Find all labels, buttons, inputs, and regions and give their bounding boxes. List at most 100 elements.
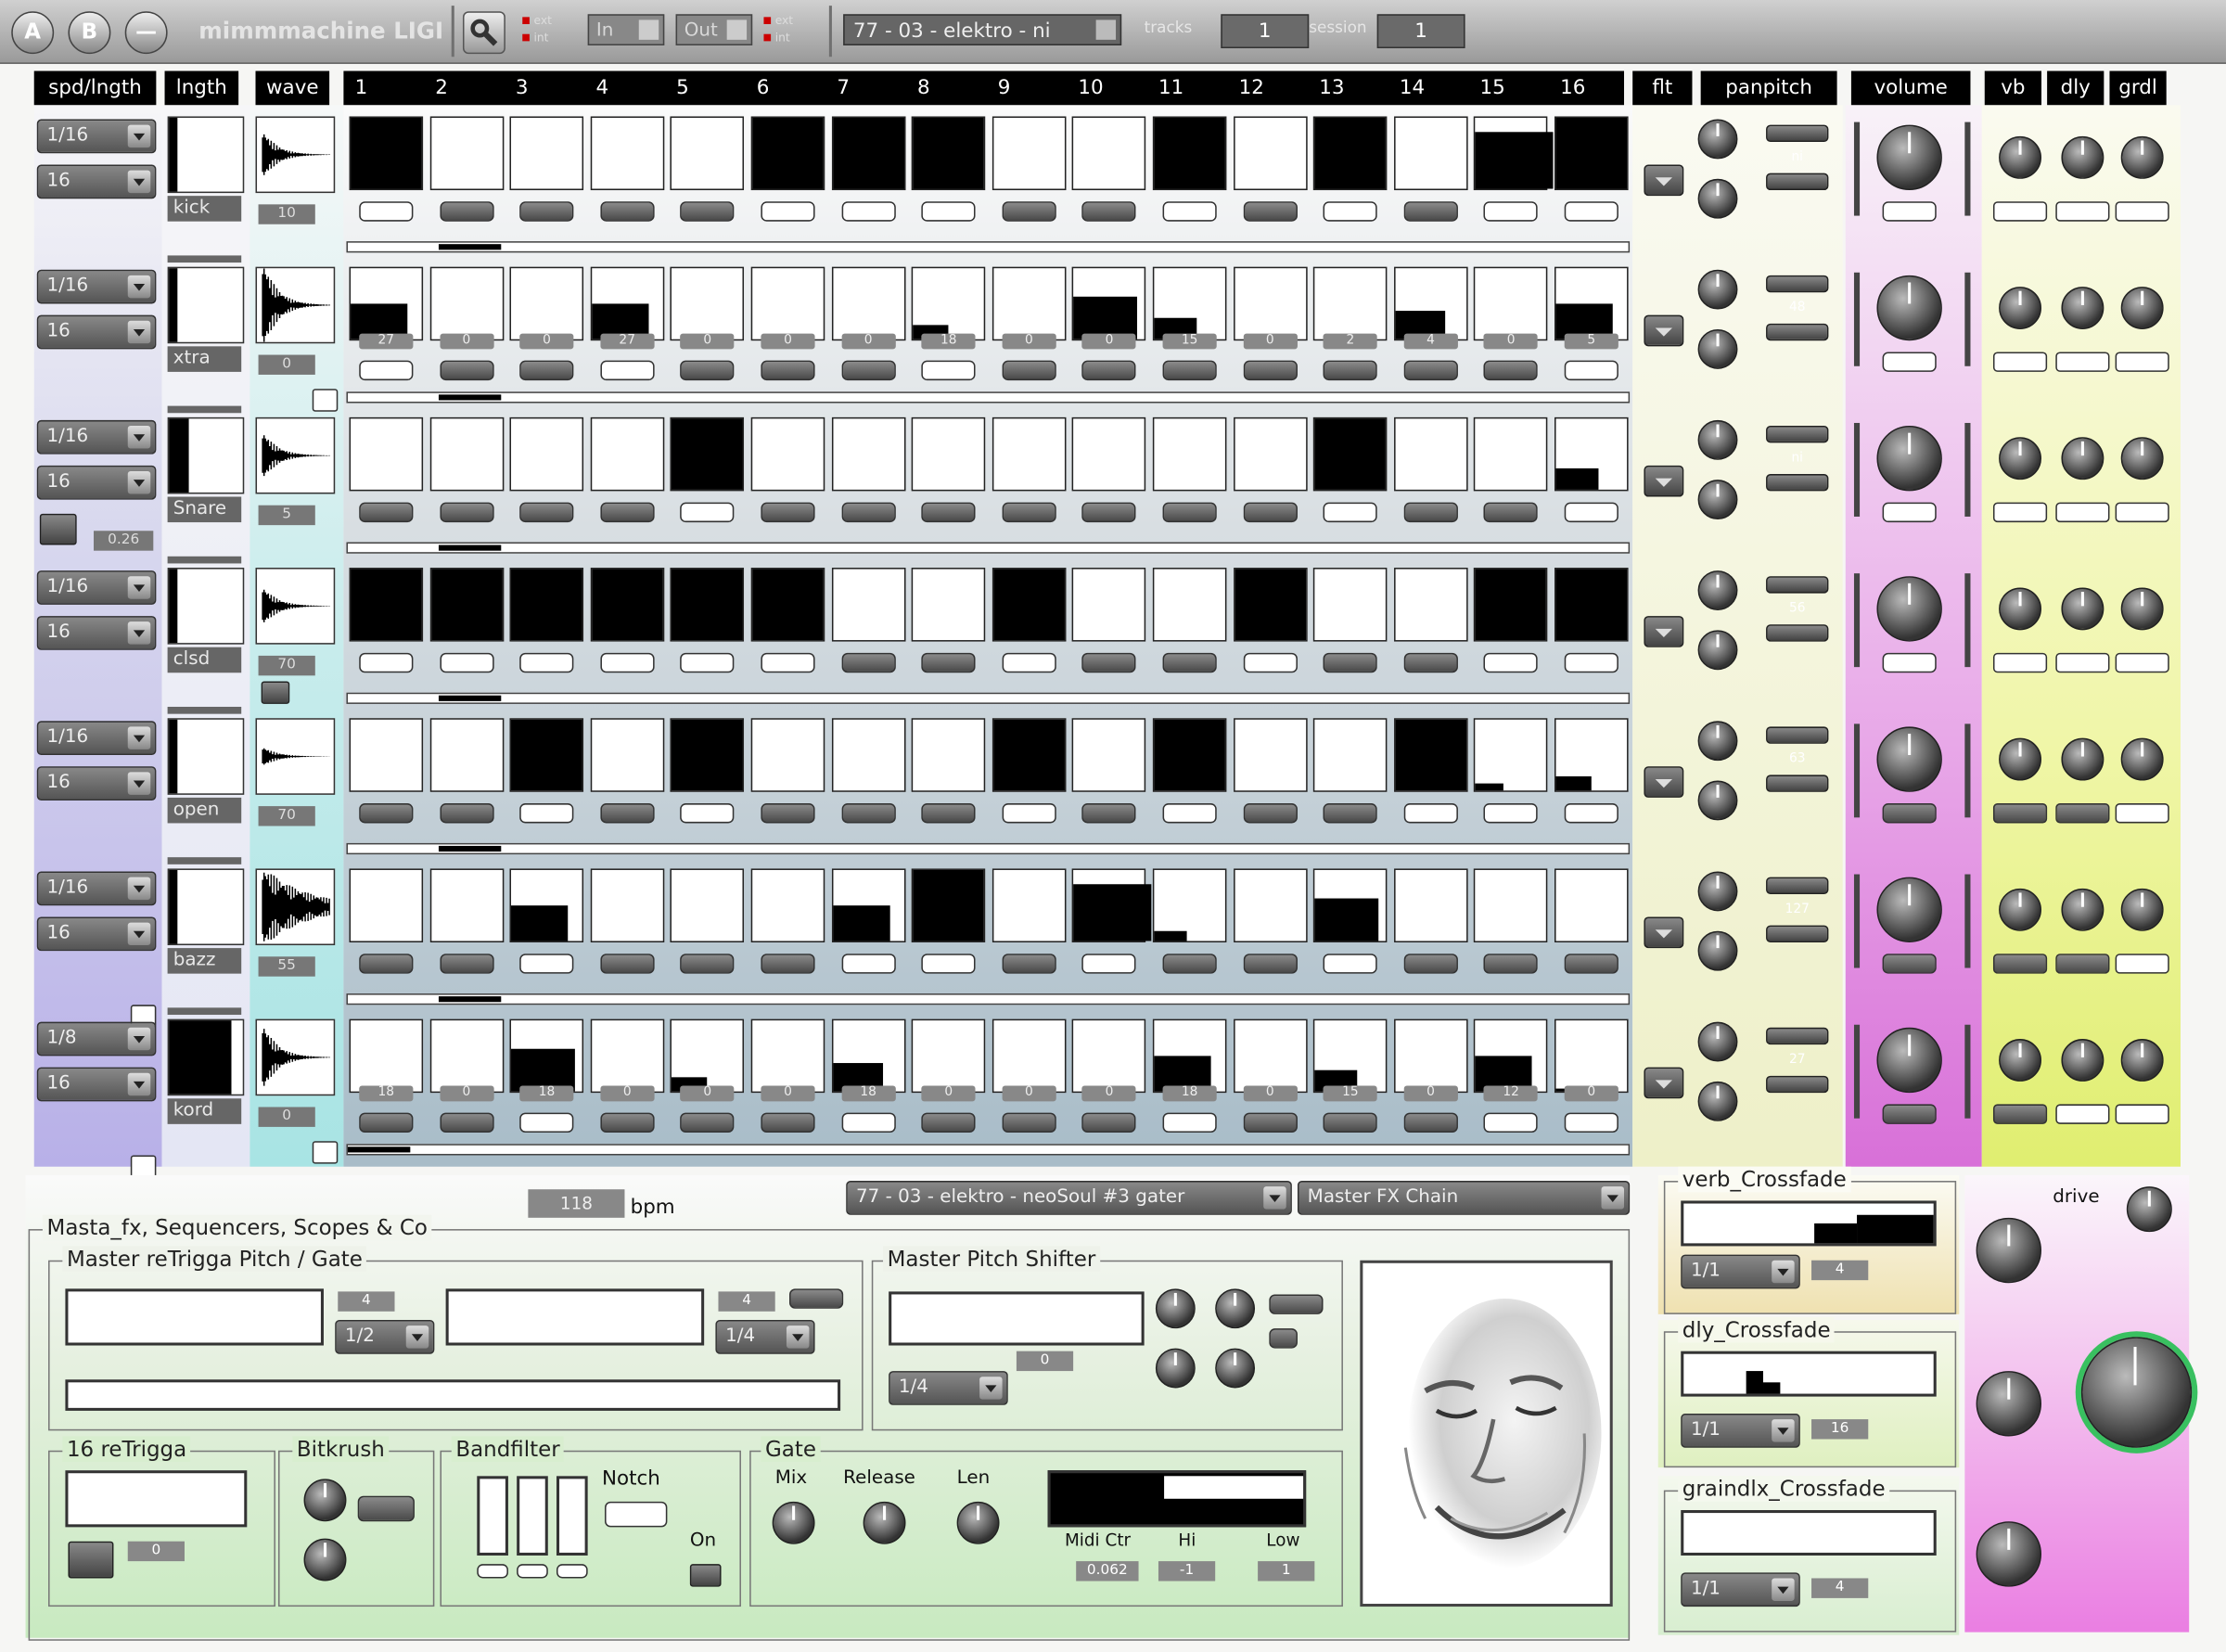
- filter-knob[interactable]: [1697, 630, 1738, 671]
- step-toggle[interactable]: [1002, 1112, 1056, 1133]
- step-toggle[interactable]: [1162, 502, 1217, 523]
- step-pad-14[interactable]: [1393, 718, 1468, 792]
- step-toggle[interactable]: [1564, 360, 1618, 381]
- speed-dropdown[interactable]: 1/8: [36, 1021, 157, 1057]
- grain-toggle[interactable]: [2115, 954, 2169, 974]
- step-pad-6[interactable]: [750, 266, 825, 341]
- preset-dropdown[interactable]: 77 - 03 - elektro - ni: [843, 14, 1122, 45]
- filter-knob[interactable]: [1697, 480, 1738, 520]
- step-pad-6[interactable]: [750, 568, 825, 642]
- delay-knob[interactable]: [2061, 737, 2104, 781]
- length-dropdown[interactable]: 16: [36, 1067, 157, 1102]
- bandfilter-toggle-2[interactable]: [517, 1564, 548, 1579]
- volume-toggle[interactable]: [1882, 803, 1937, 824]
- volume-toggle[interactable]: [1882, 352, 1937, 372]
- retrig16-display[interactable]: [65, 1470, 248, 1528]
- sample-name[interactable]: clsd: [167, 647, 242, 673]
- pitch-up-button[interactable]: [1766, 877, 1829, 894]
- step-pad-10[interactable]: [1072, 718, 1146, 792]
- velocity-value[interactable]: 0: [680, 333, 735, 350]
- step-toggle[interactable]: [921, 803, 976, 824]
- step-toggle[interactable]: [680, 360, 735, 381]
- step-toggle[interactable]: [1403, 1112, 1458, 1133]
- bitkrush-toggle[interactable]: [357, 1495, 415, 1522]
- velocity-value[interactable]: 0: [1564, 1085, 1618, 1102]
- velocity-value[interactable]: 0: [1484, 333, 1539, 350]
- step-pad-14[interactable]: [1393, 266, 1468, 341]
- step-toggle[interactable]: [921, 201, 976, 222]
- step-pad-7[interactable]: [831, 868, 905, 942]
- grain-toggle[interactable]: [2115, 352, 2169, 372]
- step-toggle[interactable]: [761, 502, 815, 523]
- step-toggle[interactable]: [841, 652, 896, 673]
- step-pad-14[interactable]: [1393, 116, 1468, 191]
- retrig16-dropdown[interactable]: [68, 1541, 114, 1579]
- volume-knob[interactable]: [1876, 576, 1942, 642]
- velocity-value[interactable]: 5: [1564, 333, 1618, 350]
- step-pad-12[interactable]: [1233, 1018, 1308, 1094]
- step-pad-11[interactable]: [1152, 1018, 1227, 1094]
- retrigga-toggle[interactable]: [789, 1288, 844, 1309]
- step-toggle[interactable]: [1162, 652, 1217, 673]
- step-toggle[interactable]: [519, 954, 574, 974]
- step-pad-16[interactable]: [1554, 1018, 1629, 1094]
- step-pad-6[interactable]: [750, 116, 825, 191]
- step-pad-11[interactable]: [1152, 266, 1227, 341]
- step-pad-8[interactable]: [911, 116, 986, 191]
- pitch-down-button[interactable]: [1766, 775, 1829, 792]
- step-toggle[interactable]: [1243, 360, 1298, 381]
- sample-length-display[interactable]: [167, 868, 245, 946]
- xfade-knob-verb[interactable]: [1976, 1217, 2042, 1284]
- sample-name[interactable]: open: [167, 797, 242, 824]
- xfade-knob-dly[interactable]: [1976, 1371, 2042, 1437]
- verb-knob[interactable]: [1999, 587, 2042, 631]
- delay-knob[interactable]: [2061, 888, 2104, 931]
- step-pad-12[interactable]: [1233, 718, 1308, 792]
- pitch-control[interactable]: ni: [1766, 426, 1829, 492]
- step-toggle[interactable]: [519, 652, 574, 673]
- step-toggle[interactable]: [439, 652, 494, 673]
- grain-knob[interactable]: [2120, 888, 2164, 931]
- bitkrush-knob-2[interactable]: [303, 1538, 347, 1582]
- retrigga-rate-2[interactable]: 1/4: [715, 1319, 815, 1354]
- volume-knob[interactable]: [1876, 275, 1942, 341]
- grain-crossfade-rate[interactable]: 1/1: [1681, 1572, 1800, 1607]
- sample-name[interactable]: kick: [167, 196, 242, 222]
- filter-knob[interactable]: [1697, 178, 1738, 219]
- wrench-icon[interactable]: [462, 11, 505, 55]
- step-pad-12[interactable]: [1233, 266, 1308, 341]
- filter-knob[interactable]: [1697, 930, 1738, 971]
- filter-knob[interactable]: [1697, 780, 1738, 821]
- volume-knob[interactable]: [1876, 726, 1942, 792]
- step-pad-3[interactable]: [509, 568, 584, 642]
- step-toggle[interactable]: [1323, 954, 1377, 974]
- speed-dropdown[interactable]: 1/16: [36, 419, 157, 455]
- verb-knob[interactable]: [1999, 737, 2042, 781]
- verb-knob[interactable]: [1999, 135, 2042, 179]
- waveform-display[interactable]: [255, 718, 336, 795]
- minus-button[interactable]: —: [124, 11, 168, 55]
- step-toggle[interactable]: [600, 360, 655, 381]
- step-toggle[interactable]: [1081, 360, 1137, 381]
- length-dropdown[interactable]: 16: [36, 465, 157, 500]
- step-pad-16[interactable]: [1554, 116, 1629, 191]
- step-toggle[interactable]: [1081, 201, 1137, 222]
- step-toggle[interactable]: [439, 502, 494, 523]
- step-toggle[interactable]: [1243, 652, 1298, 673]
- step-toggle[interactable]: [761, 652, 815, 673]
- bandfilter-toggle-1[interactable]: [477, 1564, 508, 1579]
- step-toggle[interactable]: [761, 201, 815, 222]
- step-toggle[interactable]: [1002, 954, 1056, 974]
- step-pad-7[interactable]: [831, 568, 905, 642]
- grain-toggle[interactable]: [2115, 201, 2169, 222]
- step-toggle[interactable]: [1002, 652, 1056, 673]
- fx-chain-dropdown[interactable]: Master FX Chain: [1297, 1181, 1631, 1215]
- delay-toggle[interactable]: [2055, 352, 2110, 372]
- grain-knob[interactable]: [2120, 587, 2164, 631]
- grain-knob[interactable]: [2120, 287, 2164, 329]
- waveform-display[interactable]: [255, 416, 336, 494]
- verb-knob[interactable]: [1999, 1039, 2042, 1082]
- step-toggle[interactable]: [439, 1112, 494, 1133]
- step-toggle[interactable]: [1403, 360, 1458, 381]
- step-toggle[interactable]: [1564, 954, 1618, 974]
